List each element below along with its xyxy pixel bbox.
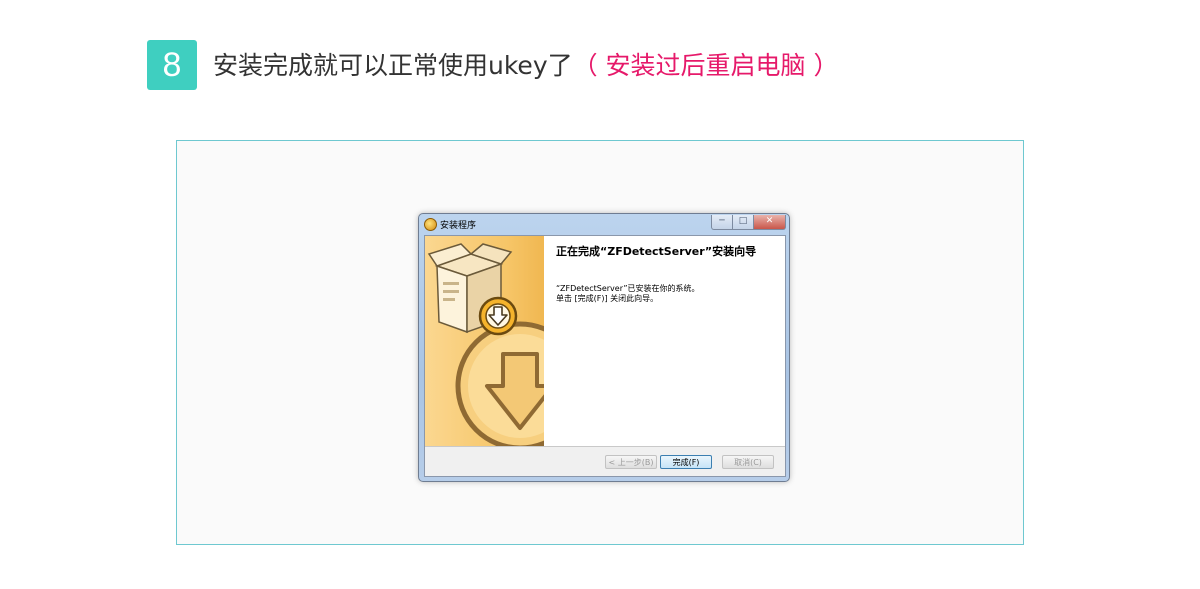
finish-button[interactable]: 完成(F) xyxy=(660,455,712,469)
completion-message: “ZFDetectServer”已安装在你的系统。 单击 [完成(F)] 关闭此… xyxy=(556,284,776,304)
installer-client-area: 正在完成“ZFDetectServer”安装向导 “ZFDetectServer… xyxy=(424,235,786,477)
minimize-button[interactable]: ─ xyxy=(711,215,733,230)
installer-sidebar xyxy=(425,236,544,446)
installed-message: “ZFDetectServer”已安装在你的系统。 xyxy=(556,284,700,293)
back-button[interactable]: < 上一步(B) xyxy=(605,455,657,469)
installer-content-panel: 正在完成“ZFDetectServer”安装向导 “ZFDetectServer… xyxy=(544,236,785,446)
installer-window: 安装程序 ─ □ ✕ 正在完成“ZFDetectServer”安装向导 “ZFD… xyxy=(418,213,790,482)
step-number: 8 xyxy=(162,45,182,84)
installer-button-bar: < 上一步(B) 完成(F) 取消(C) xyxy=(425,446,785,476)
step-heading: 安装完成就可以正常使用ukey了（ 安装过后重启电脑 ） xyxy=(213,46,839,86)
finish-instruction: 单击 [完成(F)] 关闭此向导。 xyxy=(556,294,659,303)
close-button[interactable]: ✕ xyxy=(753,215,786,230)
window-titlebar[interactable]: 安装程序 ─ □ ✕ xyxy=(419,214,789,235)
step-number-badge: 8 xyxy=(147,40,197,90)
maximize-button[interactable]: □ xyxy=(732,215,754,230)
heading-note: （ 安装过后重启电脑 ） xyxy=(572,51,839,80)
cancel-button[interactable]: 取消(C) xyxy=(722,455,774,469)
install-box-graphic-icon xyxy=(427,243,544,446)
installer-app-icon xyxy=(424,218,437,231)
heading-text: 安装完成就可以正常使用ukey了 xyxy=(213,51,573,80)
completion-title: 正在完成“ZFDetectServer”安装向导 xyxy=(556,245,757,258)
window-title: 安装程序 xyxy=(440,221,477,231)
